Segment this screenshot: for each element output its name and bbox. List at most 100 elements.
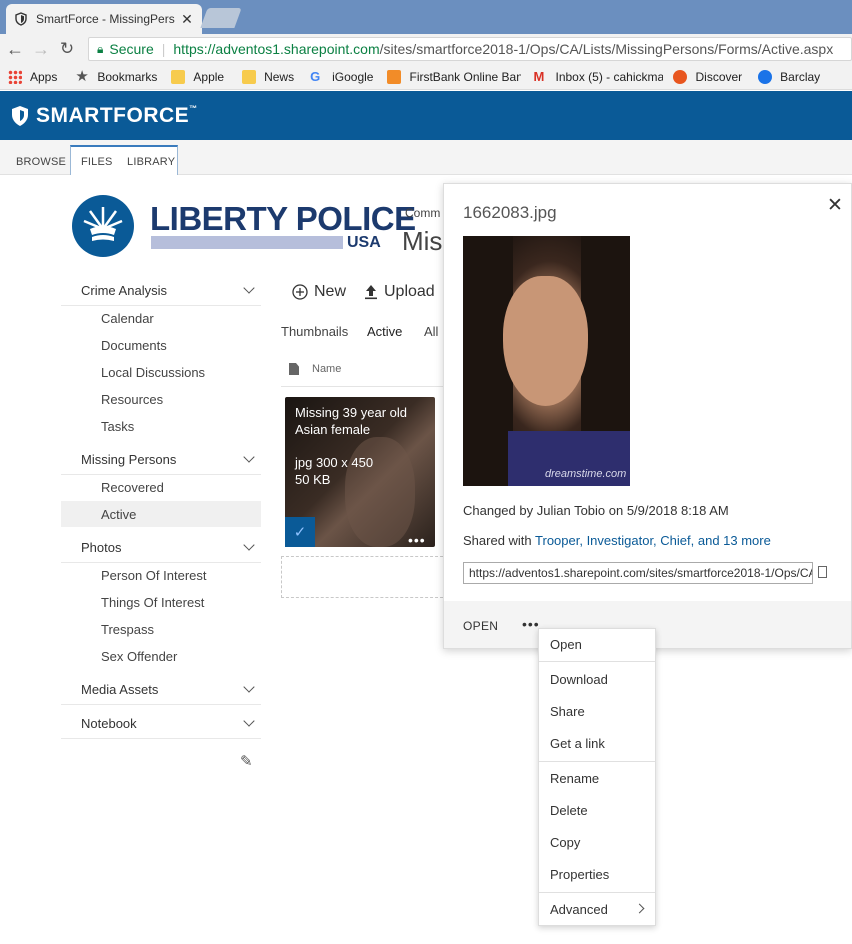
ribbon-tab-browse[interactable]: BROWSE	[16, 156, 66, 168]
new-button[interactable]: New	[292, 283, 346, 301]
logo-subtitle: USA	[347, 234, 381, 251]
edit-links-pencil-icon[interactable]: ✎	[240, 752, 253, 770]
bookmark-apps[interactable]: Apps	[8, 69, 57, 84]
nav-section-missing-persons[interactable]: Missing Persons	[61, 445, 261, 475]
nav-item-tasks[interactable]: Tasks	[101, 419, 134, 434]
tile-more-icon[interactable]: •••	[408, 532, 426, 548]
nav-section-notebook[interactable]: Notebook	[61, 709, 261, 739]
copy-link-icon[interactable]	[818, 566, 827, 578]
bookmarks-bar: Apps ★ Bookmarks Apple News GiGoogle Firs…	[0, 64, 852, 90]
menu-item-share[interactable]: Share	[550, 704, 585, 719]
page-title: Mis	[402, 226, 443, 256]
firstbank-icon	[387, 69, 402, 84]
chevron-down-icon[interactable]	[243, 451, 255, 463]
chevron-down-icon[interactable]	[243, 539, 255, 551]
chevron-down-icon[interactable]	[243, 715, 255, 727]
nav-item-trespass[interactable]: Trespass	[101, 622, 154, 637]
menu-item-rename[interactable]: Rename	[550, 771, 599, 786]
nav-item-active[interactable]: Active	[101, 507, 136, 522]
menu-item-copy[interactable]: Copy	[550, 835, 580, 850]
changed-by-text: Changed by Julian Tobio on 5/9/2018 8:18…	[463, 503, 729, 518]
chevron-down-icon[interactable]	[243, 282, 255, 294]
bookmark-discover[interactable]: Discover	[673, 69, 742, 84]
bookmark-news[interactable]: News	[242, 69, 294, 84]
checkmark-icon[interactable]: ✓	[285, 517, 315, 547]
shared-with-link[interactable]: Trooper, Investigator, Chief, and 13 mor…	[535, 533, 771, 548]
nav-item-recovered[interactable]: Recovered	[101, 480, 164, 495]
suite-brand[interactable]: SMARTFORCE™	[36, 104, 198, 128]
bookmark-firstbank[interactable]: FirstBank Online Ban	[387, 69, 521, 84]
upload-button[interactable]: Upload	[364, 283, 435, 301]
view-all[interactable]: All	[424, 324, 438, 339]
view-thumbnails[interactable]: Thumbnails	[281, 324, 348, 339]
smartforce-shield-icon	[12, 105, 28, 126]
back-icon[interactable]: ←	[4, 38, 26, 60]
bookmark-barclay[interactable]: Barclay	[758, 69, 820, 84]
gmail-icon: M	[533, 68, 545, 84]
preview-face	[503, 276, 588, 406]
header-divider	[281, 386, 443, 387]
address-bar[interactable]: 🔒︎ Secure | https://adventos1.sharepoint…	[88, 37, 852, 61]
menu-separator	[539, 892, 655, 893]
ribbon-tab-library[interactable]: LIBRARY	[127, 156, 175, 168]
nav-selected-highlight	[61, 501, 261, 527]
file-link-field[interactable]: https://adventos1.sharepoint.com/sites/s…	[463, 562, 813, 584]
ribbon-tab-files[interactable]: FILES	[81, 156, 113, 168]
nav-item-calendar[interactable]: Calendar	[101, 311, 154, 326]
tile-line-4: 50 KB	[295, 472, 331, 487]
reload-icon[interactable]: ↻	[56, 38, 78, 60]
bookmark-bookmarks[interactable]: ★ Bookmarks	[75, 67, 157, 85]
menu-item-advanced[interactable]: Advanced	[550, 902, 608, 917]
url-host: https://adventos1.sharepoint.com	[173, 41, 380, 57]
menu-item-open[interactable]: Open	[550, 637, 582, 652]
nav-item-documents[interactable]: Documents	[101, 338, 167, 353]
nav-item-person-of-interest[interactable]: Person Of Interest	[101, 568, 207, 583]
chevron-down-icon[interactable]	[243, 681, 255, 693]
menu-item-delete[interactable]: Delete	[550, 803, 588, 818]
statue-crown-icon	[83, 207, 123, 241]
folder-icon	[171, 69, 186, 84]
secure-label: Secure	[109, 41, 154, 57]
callout-title: 1662083.jpg	[463, 203, 557, 222]
drop-zone[interactable]	[281, 556, 443, 598]
menu-separator	[539, 761, 655, 762]
google-icon: G	[310, 68, 321, 84]
nav-item-local-discussions[interactable]: Local Discussions	[101, 365, 205, 380]
apps-grid-icon	[8, 69, 22, 84]
discover-icon	[673, 69, 688, 84]
suite-bar: SMARTFORCE™	[0, 91, 852, 140]
lock-icon: 🔒︎	[97, 41, 104, 56]
folder-icon	[242, 69, 257, 84]
callout-preview-image[interactable]: dreamstime.com	[463, 236, 630, 486]
open-button[interactable]: OPEN	[463, 619, 498, 633]
nav-section-crime-analysis[interactable]: Crime Analysis	[61, 276, 261, 306]
bookmark-apple[interactable]: Apple	[171, 69, 224, 84]
tile-line-3: jpg 300 x 450	[295, 455, 374, 470]
bookmark-inbox[interactable]: M Inbox (5) - cahickma	[533, 68, 663, 84]
breadcrumb[interactable]: Comm	[405, 206, 440, 220]
menu-item-properties[interactable]: Properties	[550, 867, 609, 882]
nav-section-photos[interactable]: Photos	[61, 533, 261, 563]
menu-item-get-a-link[interactable]: Get a link	[550, 736, 605, 751]
tab-close-icon[interactable]: ✕	[180, 11, 194, 28]
barclay-icon	[758, 69, 773, 84]
liberty-seal-logo[interactable]	[72, 195, 134, 257]
forward-icon[interactable]: →	[30, 38, 52, 60]
nav-section-media-assets[interactable]: Media Assets	[61, 675, 261, 705]
preview-hair-right	[581, 236, 630, 446]
document-icon	[289, 363, 299, 375]
new-tab-button[interactable]	[200, 8, 242, 28]
browser-tab[interactable]: SmartForce - MissingPers ✕	[6, 4, 202, 34]
nav-item-things-of-interest[interactable]: Things Of Interest	[101, 595, 204, 610]
close-icon[interactable]: ✕	[827, 194, 843, 217]
tab-title: SmartForce - MissingPers	[36, 12, 175, 26]
column-header-name[interactable]: Name	[312, 363, 341, 375]
bookmark-igoogle[interactable]: GiGoogle	[310, 68, 373, 84]
url-path: /sites/smartforce2018-1/Ops/CA/Lists/Mis…	[379, 41, 834, 57]
nav-item-resources[interactable]: Resources	[101, 392, 163, 407]
nav-item-sex-offender[interactable]: Sex Offender	[101, 649, 177, 664]
view-active[interactable]: Active	[367, 324, 402, 339]
star-icon: ★	[75, 67, 89, 85]
preview-watermark: dreamstime.com	[545, 468, 627, 480]
menu-item-download[interactable]: Download	[550, 672, 608, 687]
